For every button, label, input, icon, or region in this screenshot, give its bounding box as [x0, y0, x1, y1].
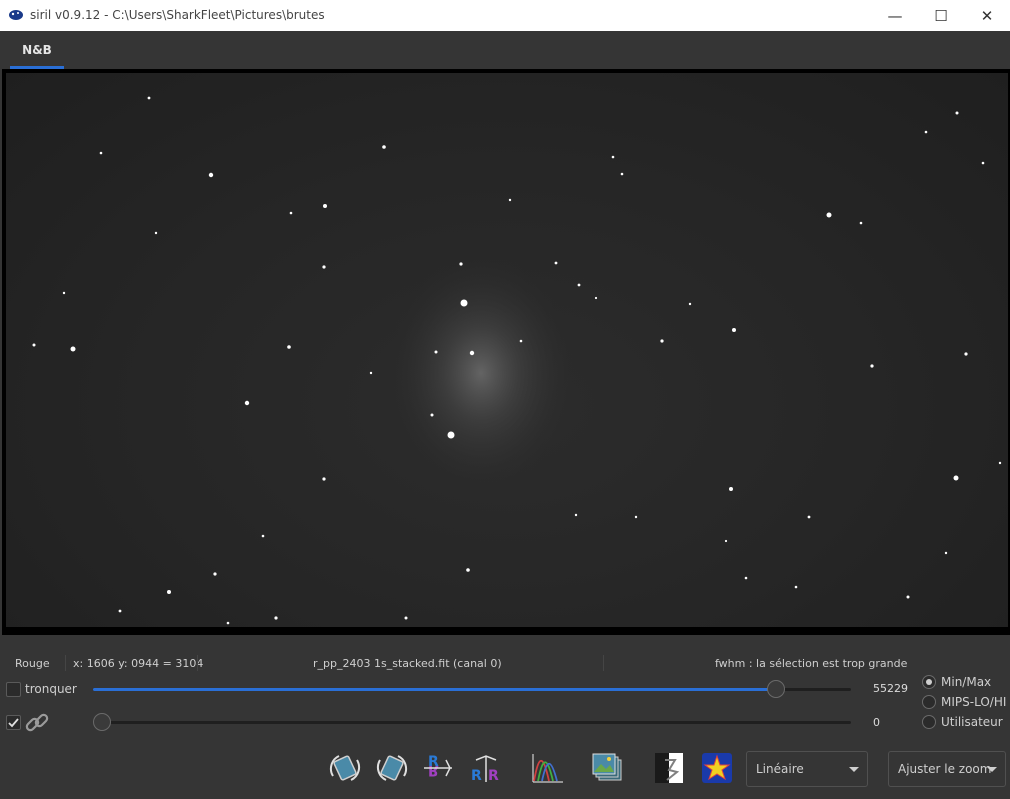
- window-titlebar: siril v0.9.12 - C:\Users\SharkFleet\Pict…: [0, 0, 1010, 31]
- status-bar: Rouge x: 1606 y: 0944 = 3104 r_pp_2403 1…: [0, 653, 1010, 673]
- negative-icon[interactable]: [651, 750, 687, 786]
- siril-app-icon: [9, 10, 23, 20]
- histogram-icon[interactable]: [529, 750, 565, 786]
- status-divider: [603, 655, 604, 671]
- high-slider-track[interactable]: [93, 688, 851, 691]
- channel-label: Rouge: [15, 657, 50, 670]
- low-value: 0: [873, 716, 880, 729]
- svg-text:R: R: [488, 768, 499, 784]
- high-slider-handle[interactable]: [767, 680, 786, 698]
- color-star-icon[interactable]: [699, 750, 735, 786]
- status-divider: [65, 655, 66, 671]
- zoom-value: Ajuster le zoom: [898, 762, 992, 776]
- low-slider-handle[interactable]: [93, 713, 111, 731]
- chevron-down-icon: [849, 767, 859, 772]
- rotate-right-icon[interactable]: [374, 750, 410, 786]
- mirror-x-icon[interactable]: R R: [420, 750, 456, 786]
- link-checkbox[interactable]: [6, 715, 21, 730]
- pixel-coords: x: 1606 y: 0944 = 3104: [73, 657, 204, 670]
- channel-tabbar: N&B: [0, 31, 1010, 69]
- radio-selected-dot: [926, 679, 932, 685]
- close-button[interactable]: ✕: [964, 0, 1010, 31]
- image-stack-icon[interactable]: [589, 750, 625, 786]
- tab-nb-label: N&B: [22, 43, 52, 57]
- rotate-left-icon[interactable]: [327, 750, 363, 786]
- radio-utilisateur-label: Utilisateur: [941, 715, 1003, 729]
- tronquer-label: tronquer: [25, 682, 77, 696]
- high-value: 55229: [873, 682, 908, 695]
- radio-minmax-label: Min/Max: [941, 675, 992, 689]
- maximize-button[interactable]: ☐: [918, 0, 964, 31]
- scale-mode-dropdown[interactable]: Linéaire: [746, 751, 868, 787]
- link-chain-icon: [25, 713, 49, 732]
- radio-minmax[interactable]: [922, 675, 936, 689]
- star-field-image: [32, 96, 1002, 625]
- image-view[interactable]: [6, 73, 1008, 627]
- tronquer-checkbox[interactable]: [6, 682, 21, 697]
- low-slider-track[interactable]: [93, 721, 851, 724]
- svg-text:R: R: [471, 768, 482, 784]
- chevron-down-icon: [987, 767, 997, 772]
- radio-mips-label: MIPS-LO/HI: [941, 695, 1007, 709]
- checkmark-icon: [8, 718, 19, 728]
- minimize-button[interactable]: —: [872, 0, 918, 31]
- tab-nb[interactable]: N&B: [10, 31, 64, 69]
- svg-text:R: R: [428, 762, 439, 778]
- status-divider: [197, 655, 198, 671]
- fwhm-status: fwhm : la sélection est trop grande: [715, 657, 908, 670]
- zoom-dropdown[interactable]: Ajuster le zoom: [888, 751, 1006, 787]
- window-title: siril v0.9.12 - C:\Users\SharkFleet\Pict…: [30, 8, 325, 22]
- radio-mips[interactable]: [922, 695, 936, 709]
- radio-utilisateur[interactable]: [922, 715, 936, 729]
- image-filename: r_pp_2403 1s_stacked.fit (canal 0): [313, 657, 502, 670]
- high-slider-fill: [93, 688, 776, 691]
- scale-mode-value: Linéaire: [756, 762, 804, 776]
- galaxy-glow: [386, 253, 576, 493]
- mirror-y-icon[interactable]: R R: [468, 750, 504, 786]
